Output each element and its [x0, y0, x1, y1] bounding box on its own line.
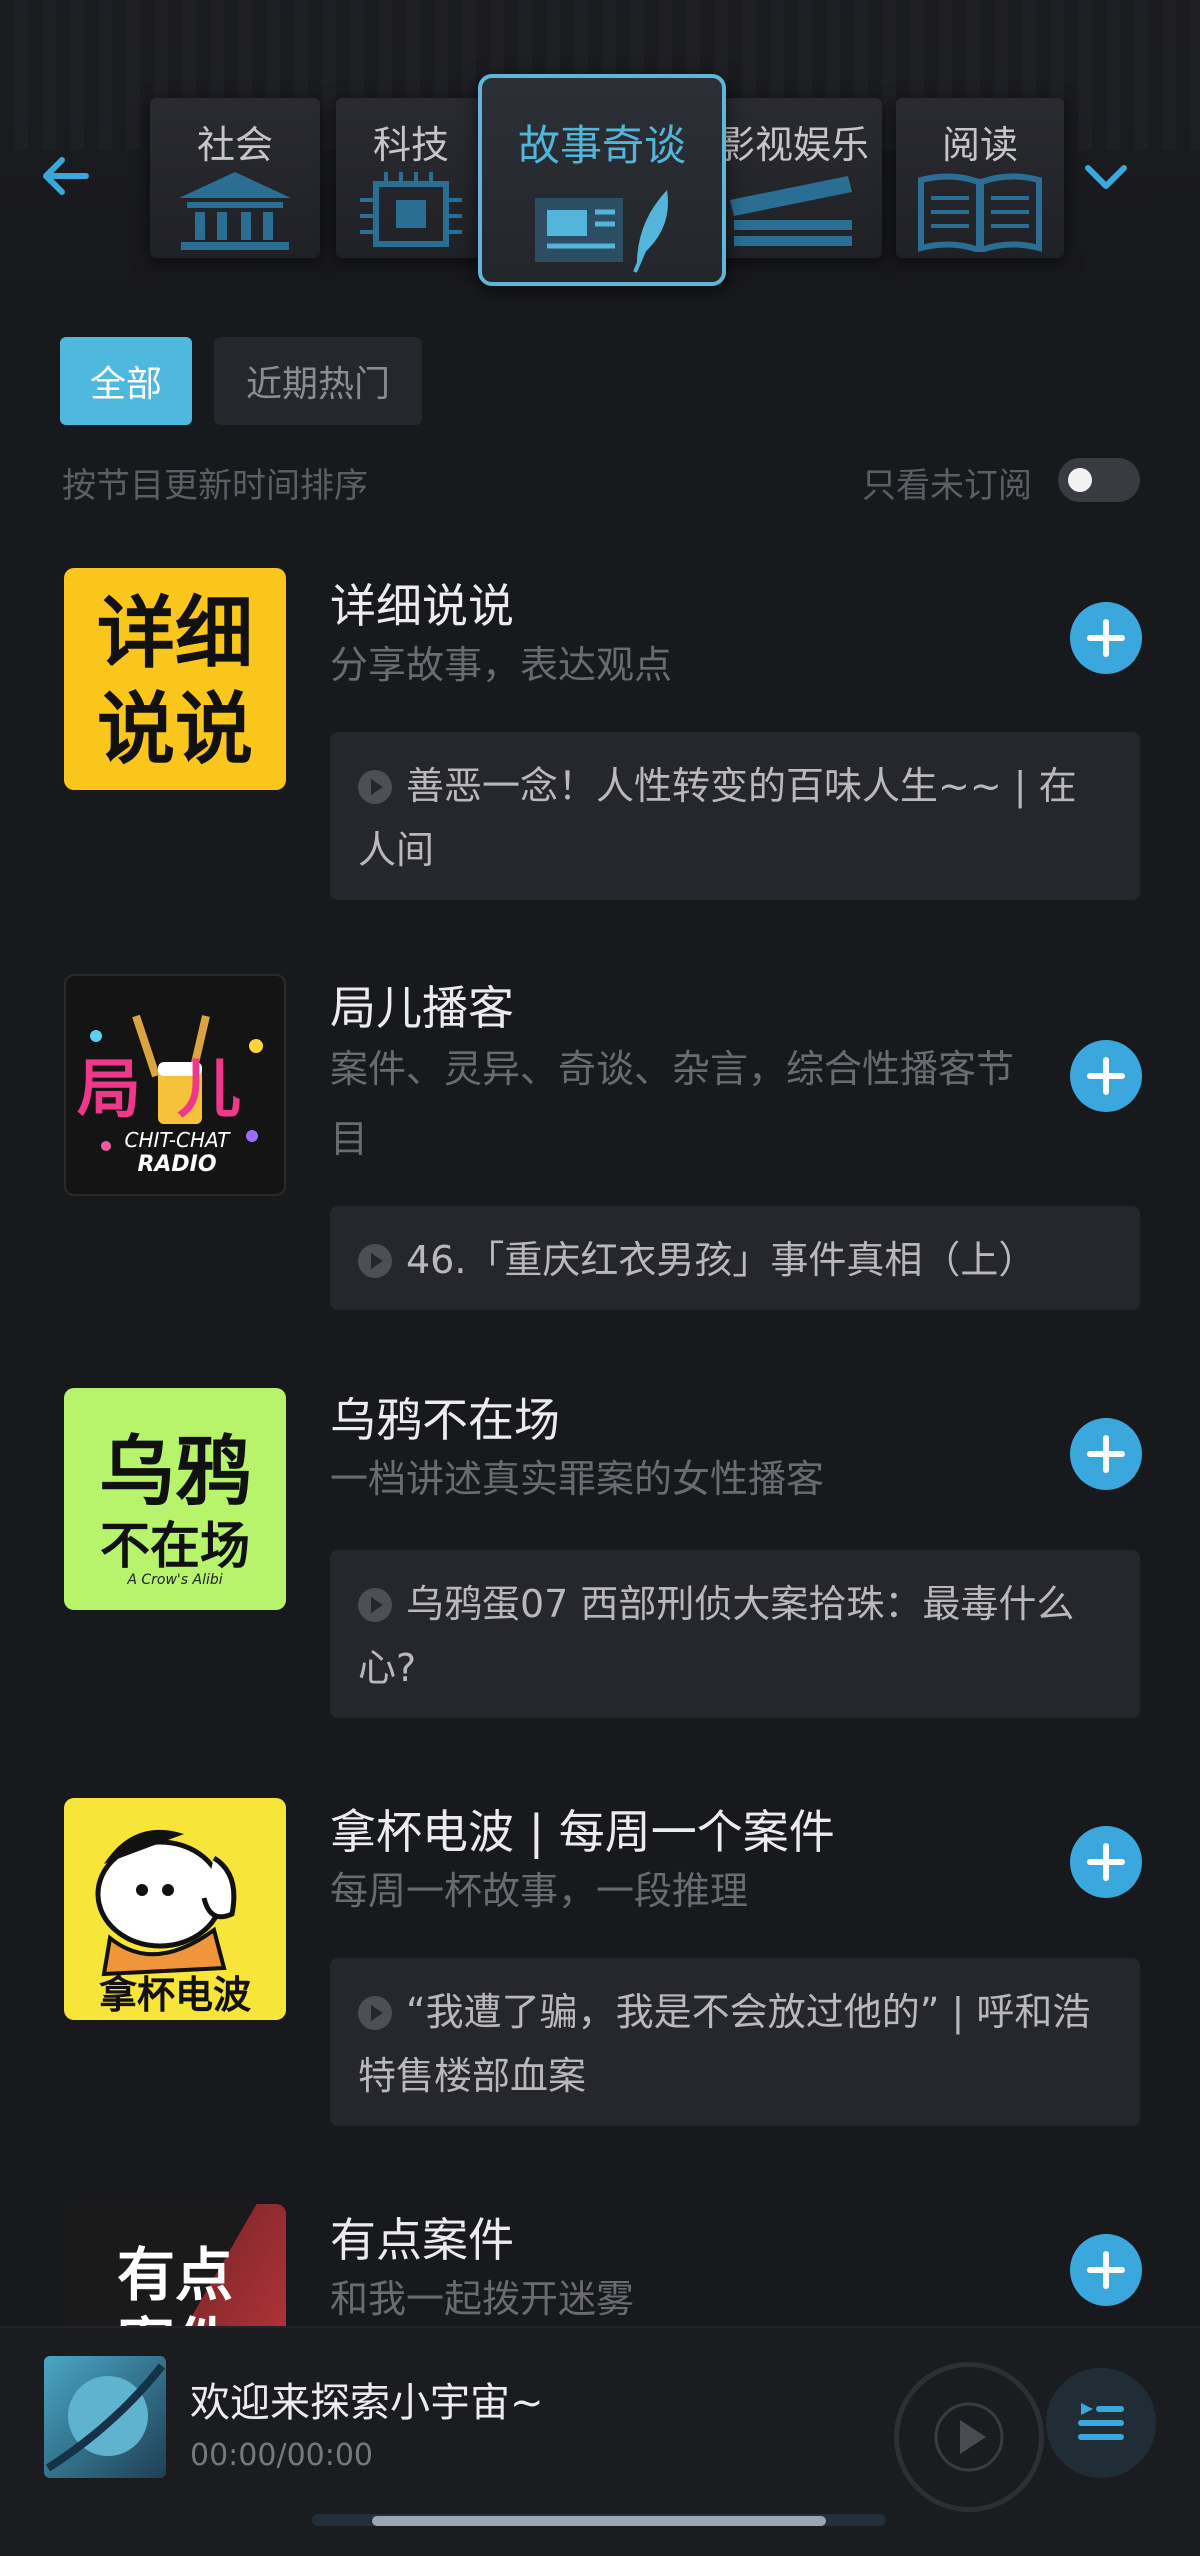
podcast-cover: 有点 案件	[64, 2204, 286, 2326]
toggle-knob	[1068, 468, 1092, 492]
playlist-icon	[1078, 2403, 1124, 2440]
play-icon	[358, 1588, 392, 1622]
planet-icon	[45, 2363, 166, 2472]
category-bar: 社会 科技 影视娱乐 阅读 故事奇谈	[0, 0, 1200, 300]
latest-episode[interactable]: 善恶一念！人性转变的百味人生~~ | 在人间	[330, 732, 1140, 900]
book-icon	[918, 173, 1042, 252]
podcast-description: 和我一起拨开迷雾	[330, 2277, 635, 2321]
cover-text: 案件	[64, 2310, 286, 2326]
play-icon	[358, 1244, 392, 1278]
podcast-title[interactable]: 详细说说	[330, 570, 514, 636]
podcast-description: 每周一杯故事，一段推理	[330, 1869, 749, 1913]
play-icon	[358, 1996, 392, 2030]
play-icon	[358, 770, 392, 804]
dropdown-button[interactable]	[1070, 140, 1142, 212]
cover-text: CHIT-CHAT	[124, 1128, 230, 1152]
podcast-description: 案件、灵异、奇谈、杂言，综合性播客节目	[330, 1047, 1015, 1161]
tab-label: 科技	[372, 123, 449, 167]
cover-text: 局儿	[77, 1053, 277, 1127]
podcast-title[interactable]: 有点案件	[330, 2204, 514, 2270]
tab-society[interactable]: 社会	[150, 98, 320, 258]
latest-episode[interactable]: 乌鸦蛋07 西部刑侦大案拾珠：最毒什么心?	[330, 1550, 1140, 1718]
tab-label: 影视娱乐	[716, 123, 869, 167]
latest-episode[interactable]: 46.「重庆红衣男孩」事件真相（上）	[330, 1206, 1140, 1310]
plus-icon	[1087, 2251, 1125, 2289]
arrow-left-icon	[43, 157, 89, 195]
podcast-title[interactable]: 拿杯电波 | 每周一个案件	[330, 1796, 835, 1862]
subscribe-button[interactable]	[1070, 2234, 1142, 2306]
podcast-item[interactable]: 有点 案件 有点案件 和我一起拨开迷雾	[0, 2200, 1200, 2326]
episode-title: “我遭了骗，我是不会放过他的” | 呼和浩特售楼部血案	[358, 1990, 1091, 2098]
filter-hot-chip[interactable]: 近期热门	[214, 337, 422, 425]
play-icon	[934, 2402, 1004, 2472]
cover-text: 乌鸦	[99, 1427, 251, 1516]
cover-text: 详细	[96, 589, 253, 679]
subscribe-button[interactable]	[1070, 1418, 1142, 1490]
tab-stories[interactable]: 故事奇谈	[478, 74, 726, 286]
plus-icon	[1087, 1435, 1125, 1473]
podcast-cover: 乌鸦 不在场 A Crow's Alibi	[64, 1388, 286, 1610]
podcast-title[interactable]: 乌鸦不在场	[330, 1384, 560, 1450]
podcast-cover: 局儿 CHIT-CHAT RADIO	[64, 974, 286, 1196]
unsubscribed-only-toggle[interactable]	[1058, 458, 1140, 502]
tab-tech[interactable]: 科技	[336, 98, 486, 258]
tab-label: 故事奇谈	[517, 121, 686, 170]
podcast-cover: 详细 说说	[64, 568, 286, 790]
podcast-cover: 拿杯电波	[64, 1798, 286, 2020]
plus-icon	[1087, 1057, 1125, 1095]
subscribe-button[interactable]	[1070, 602, 1142, 674]
playlist-button[interactable]	[1046, 2368, 1156, 2478]
tab-label: 社会	[196, 123, 273, 167]
tab-entertainment[interactable]: 影视娱乐	[704, 98, 882, 258]
player-cover[interactable]	[44, 2356, 166, 2478]
latest-episode[interactable]: “我遭了骗，我是不会放过他的” | 呼和浩特售楼部血案	[330, 1958, 1140, 2126]
chip-icon	[360, 172, 462, 247]
home-indicator[interactable]	[372, 2516, 826, 2526]
episode-title: 乌鸦蛋07 西部刑侦大案拾珠：最毒什么心?	[358, 1582, 1075, 1690]
plus-icon	[1087, 619, 1125, 657]
clapperboard-icon	[730, 176, 852, 246]
cover-text: A Crow's Alibi	[127, 1572, 223, 1588]
cover-text: RADIO	[137, 1152, 217, 1177]
player-title: 欢迎来探索小宇宙~	[190, 2380, 544, 2426]
subscribe-button[interactable]	[1070, 1040, 1142, 1112]
tab-label: 阅读	[941, 123, 1018, 167]
subscribe-button[interactable]	[1070, 1826, 1142, 1898]
podcast-title[interactable]: 局儿播客	[330, 972, 514, 1038]
podcast-description: 分享故事，表达观点	[330, 643, 673, 687]
cover-text: 有点	[116, 2241, 233, 2309]
cover-text: 拿杯电波	[98, 1973, 251, 2017]
plus-icon	[1087, 1843, 1125, 1881]
play-button[interactable]	[894, 2362, 1044, 2512]
tab-reading[interactable]: 阅读	[896, 98, 1064, 258]
player-time: 00:00/00:00	[190, 2438, 374, 2473]
chevron-down-icon	[1085, 165, 1127, 189]
cover-text: 说说	[96, 685, 253, 775]
episode-title: 46.「重庆红衣男孩」事件真相（上）	[406, 1238, 1037, 1282]
back-button[interactable]	[30, 140, 102, 212]
unsubscribed-only-label: 只看未订阅	[862, 466, 1032, 506]
cover-text: 不在场	[100, 1517, 250, 1575]
podcast-description: 一档讲述真实罪案的女性播客	[330, 1457, 825, 1501]
episode-title: 善恶一念！人性转变的百味人生~~ | 在人间	[358, 764, 1077, 872]
newspaper-quill-icon	[535, 190, 668, 273]
bank-icon	[179, 172, 291, 250]
sort-description: 按节目更新时间排序	[62, 466, 368, 506]
filter-all-chip[interactable]: 全部	[60, 337, 192, 425]
